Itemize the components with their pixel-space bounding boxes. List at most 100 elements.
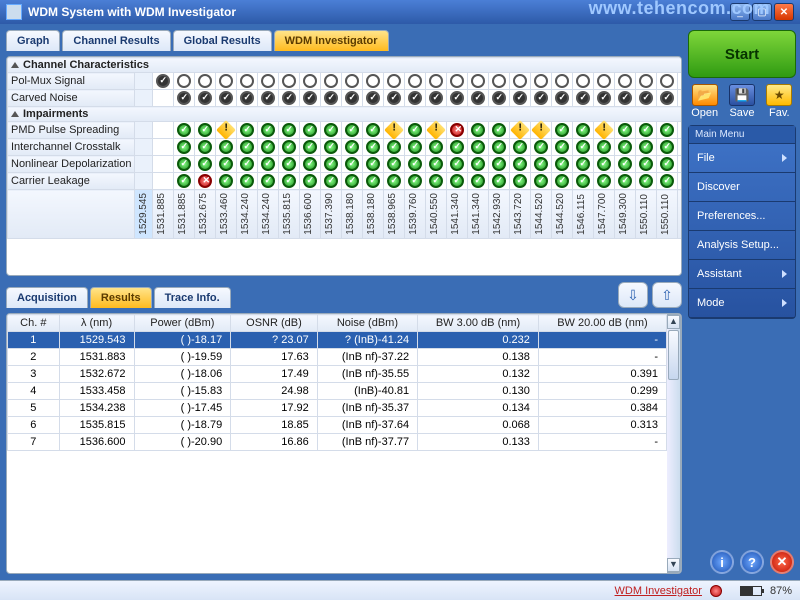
app-icon (6, 4, 22, 20)
check-icon (639, 123, 653, 137)
help-button[interactable]: ? (740, 550, 764, 574)
results-col-header[interactable]: Power (dBm) (134, 315, 231, 332)
expand-up-button[interactable]: ⇧ (652, 282, 682, 308)
tab-graph[interactable]: Graph (6, 30, 60, 51)
channel-header[interactable]: 1543.720 (510, 190, 531, 239)
channel-header[interactable]: 1534.240 (237, 190, 258, 239)
scroll-right-icon[interactable]: ► (666, 276, 680, 277)
check-icon (660, 174, 674, 188)
check-icon (576, 140, 590, 154)
channel-header[interactable]: 1538.180 (363, 190, 384, 239)
menu-item-discover[interactable]: Discover (689, 173, 795, 202)
channel-header[interactable]: 1551.705 (678, 190, 681, 239)
investigator-hscrollbar[interactable]: ◄ ► (7, 275, 681, 276)
results-table[interactable]: Ch. #λ (nm)Power (dBm)OSNR (dB)Noise (dB… (7, 314, 667, 451)
scroll-left-icon[interactable]: ◄ (8, 276, 22, 277)
channel-header[interactable]: 1544.520 (552, 190, 573, 239)
results-col-header[interactable]: λ (nm) (59, 315, 134, 332)
channel-header[interactable]: 1541.340 (447, 190, 468, 239)
window-maximize-button[interactable]: ▢ (752, 3, 772, 21)
results-cell: 18.85 (231, 417, 318, 434)
channel-header[interactable]: 1529.545 (135, 190, 153, 239)
results-row[interactable]: 21531.883( )-19.5917.63(InB nf)-37.220.1… (8, 349, 667, 366)
tab-wdm-investigator[interactable]: WDM Investigator (274, 30, 389, 51)
warning-icon (217, 120, 237, 140)
channel-header[interactable]: 1547.700 (594, 190, 615, 239)
tab-trace-info[interactable]: Trace Info. (154, 287, 231, 308)
check-icon (261, 157, 275, 171)
channel-header[interactable]: 1532.675 (195, 190, 216, 239)
channel-header[interactable]: 1537.390 (321, 190, 342, 239)
results-cell: (InB nf)-37.64 (317, 417, 417, 434)
results-row[interactable]: 31532.672( )-18.0617.49(InB nf)-35.550.1… (8, 366, 667, 383)
window-close-button[interactable]: ✕ (774, 3, 794, 21)
channel-header[interactable]: 1531.885 (174, 190, 195, 239)
channel-header[interactable]: 1540.550 (426, 190, 447, 239)
results-col-header[interactable]: BW 3.00 dB (nm) (418, 315, 539, 332)
scroll-up-icon[interactable]: ▲ (667, 315, 680, 329)
results-cell: - (538, 349, 666, 366)
exit-button[interactable]: ✕ (770, 550, 794, 574)
channel-header[interactable]: 1542.930 (489, 190, 510, 239)
check-icon (639, 174, 653, 188)
results-cell: 0.134 (418, 400, 539, 417)
vscroll-thumb[interactable] (668, 330, 679, 380)
menu-item-preferences[interactable]: Preferences... (689, 202, 795, 231)
channel-header[interactable]: 1535.815 (279, 190, 300, 239)
check-icon (450, 140, 464, 154)
window-minimize-button[interactable]: _ (730, 3, 750, 21)
results-row[interactable]: 11529.543( )-18.17? 23.07? (InB)-41.240.… (8, 332, 667, 349)
channel-header[interactable]: 1550.110 (657, 190, 678, 239)
results-row[interactable]: 41533.458( )-15.8324.98(InB)-40.810.1300… (8, 383, 667, 400)
channel-header[interactable]: 1549.300 (615, 190, 636, 239)
channel-header[interactable]: 1541.340 (468, 190, 489, 239)
section-channel-characteristics[interactable]: Channel Characteristics (8, 58, 682, 73)
tab-results[interactable]: Results (90, 287, 152, 308)
results-col-header[interactable]: BW 20.00 dB (nm) (538, 315, 666, 332)
results-col-header[interactable]: Noise (dBm) (317, 315, 417, 332)
menu-item-mode[interactable]: Mode (689, 289, 795, 318)
check-icon (618, 174, 632, 188)
save-button[interactable]: 💾 Save (725, 84, 758, 119)
results-row[interactable]: 61535.815( )-18.7918.85(InB nf)-37.640.0… (8, 417, 667, 434)
channel-header[interactable]: 1534.240 (258, 190, 279, 239)
channel-header[interactable]: 1539.760 (405, 190, 426, 239)
scroll-down-icon[interactable]: ▼ (667, 558, 680, 572)
submenu-arrow-icon (782, 270, 787, 278)
channel-header[interactable]: 1546.115 (573, 190, 594, 239)
results-row[interactable]: 71536.600( )-20.9016.86(InB nf)-37.770.1… (8, 434, 667, 451)
tab-acquisition[interactable]: Acquisition (6, 287, 88, 308)
channel-header[interactable]: 1531.885 (153, 190, 174, 239)
tab-channel-results[interactable]: Channel Results (62, 30, 170, 51)
tab-global-results[interactable]: Global Results (173, 30, 272, 51)
menu-item-analysis-setup[interactable]: Analysis Setup... (689, 231, 795, 260)
results-col-header[interactable]: OSNR (dB) (231, 315, 318, 332)
open-button[interactable]: 📂 Open (688, 84, 721, 119)
circle-icon (576, 74, 590, 88)
check-icon (345, 157, 359, 171)
channel-header[interactable]: 1550.110 (636, 190, 657, 239)
warning-icon (427, 120, 447, 140)
results-row[interactable]: 51534.238( )-17.4517.92(InB nf)-35.370.1… (8, 400, 667, 417)
section-impairments[interactable]: Impairments (8, 107, 682, 122)
results-vscrollbar[interactable]: ▲ ▼ (667, 314, 681, 573)
menu-item-assistant[interactable]: Assistant (689, 260, 795, 289)
check-icon (408, 123, 422, 137)
check-icon (387, 157, 401, 171)
collapse-down-button[interactable]: ⇩ (618, 282, 648, 308)
favorites-button[interactable]: ★ Fav. (763, 84, 796, 119)
menu-item-file[interactable]: File (689, 144, 795, 173)
results-col-header[interactable]: Ch. # (8, 315, 60, 332)
channel-header[interactable]: 1538.180 (342, 190, 363, 239)
start-button[interactable]: Start (688, 30, 796, 78)
top-tabs: Graph Channel Results Global Results WDM… (6, 30, 682, 51)
channel-header[interactable]: 1536.600 (300, 190, 321, 239)
check-icon (576, 174, 590, 188)
info-button[interactable]: i (710, 550, 734, 574)
channel-header[interactable]: 1538.965 (384, 190, 405, 239)
fav-label: Fav. (769, 107, 790, 119)
status-link[interactable]: WDM Investigator (615, 585, 702, 597)
check-icon (471, 123, 485, 137)
channel-header[interactable]: 1544.520 (531, 190, 552, 239)
channel-header[interactable]: 1533.460 (216, 190, 237, 239)
